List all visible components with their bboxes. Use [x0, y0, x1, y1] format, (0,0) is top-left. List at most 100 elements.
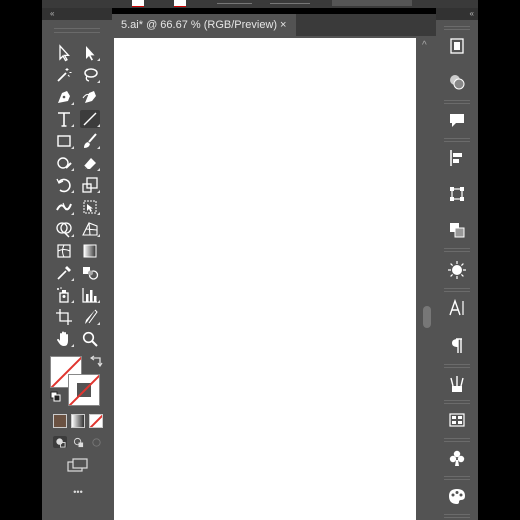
paintbrush-tool[interactable]: [80, 132, 100, 150]
blend-tool-icon: [83, 267, 99, 280]
scroll-up-icon[interactable]: ^: [422, 40, 427, 51]
symbols-panel-button[interactable]: [444, 446, 470, 470]
tool-group-indicator: [71, 102, 74, 105]
vertical-scrollbar[interactable]: ^: [418, 36, 436, 520]
rotate-tool[interactable]: [54, 176, 74, 194]
collapse-dock-icon[interactable]: «: [470, 8, 474, 20]
appearance-panel-button[interactable]: [444, 70, 470, 94]
draw-inside-button[interactable]: [89, 436, 103, 448]
change-screen-mode-button[interactable]: [66, 458, 90, 472]
dock-separator: [444, 514, 470, 518]
column-graph-tool[interactable]: [80, 286, 100, 304]
dock-collapse-bar[interactable]: «: [436, 8, 478, 20]
zoom-tool[interactable]: [80, 330, 100, 348]
perspective-grid-tool[interactable]: [80, 220, 100, 238]
tool-group-indicator: [97, 146, 100, 149]
pathfinder-panel-button[interactable]: [444, 218, 470, 242]
symbol-sprayer-tool[interactable]: [54, 286, 74, 304]
variable-width-field[interactable]: [270, 3, 310, 4]
tools-collapse-bar[interactable]: «: [42, 8, 112, 20]
brushes-panel-button[interactable]: [444, 372, 470, 396]
direct-selection-tool[interactable]: [80, 44, 100, 62]
type-tool[interactable]: [54, 110, 74, 128]
dock-separator: [444, 438, 470, 442]
selection-tool[interactable]: [54, 44, 74, 62]
layers-panel-button[interactable]: [444, 34, 470, 58]
transform-panel-icon: [450, 187, 464, 201]
draw-behind-button[interactable]: [71, 436, 85, 448]
edit-toolbar-button[interactable]: •••: [64, 486, 92, 498]
eyedropper-tool[interactable]: [54, 264, 74, 282]
pen-tool[interactable]: [54, 88, 74, 106]
color-mode-button[interactable]: [53, 414, 67, 428]
tool-group-indicator: [71, 190, 74, 193]
width-tool[interactable]: [54, 198, 74, 216]
graphic-styles-panel-icon: [449, 489, 465, 504]
mesh-tool[interactable]: [54, 242, 74, 260]
align-panel-button[interactable]: [444, 146, 470, 170]
draw-behind-icon: [73, 437, 83, 447]
paragraph-panel-icon: [452, 338, 462, 353]
blend-tool[interactable]: [80, 264, 100, 282]
draw-normal-button[interactable]: [53, 436, 67, 448]
gradient-tool[interactable]: [80, 242, 100, 260]
dock-separator: [444, 476, 470, 480]
artboard-tool-icon: [56, 309, 72, 325]
default-fill-stroke-button[interactable]: [50, 390, 62, 402]
symbols-panel-icon: [449, 450, 465, 466]
stroke-swatch-mini[interactable]: [174, 0, 186, 7]
stroke-swatch[interactable]: [68, 374, 100, 406]
color-guide-panel-button[interactable]: [444, 258, 470, 282]
magic-wand-tool[interactable]: [54, 66, 74, 84]
fill-swatch-mini[interactable]: [132, 0, 144, 7]
tools-panel-grip[interactable]: [54, 28, 100, 33]
document-area: 5.ai* @ 66.67 % (RGB/Preview) × ^: [112, 14, 436, 520]
swatches-panel-button[interactable]: [444, 408, 470, 432]
character-panel-button[interactable]: [444, 296, 470, 320]
tool-group-indicator: [97, 234, 100, 237]
draw-inside-icon: [91, 437, 101, 447]
swap-fill-stroke-button[interactable]: [89, 354, 104, 368]
none-mode-button[interactable]: [89, 414, 103, 428]
slice-tool[interactable]: [80, 308, 100, 326]
rectangle-tool[interactable]: [54, 132, 74, 150]
paragraph-panel-button[interactable]: [444, 334, 470, 358]
tool-group-indicator: [97, 300, 100, 303]
layers-panel-icon: [450, 38, 464, 54]
tool-group-indicator: [71, 300, 74, 303]
artboard-tool[interactable]: [54, 308, 74, 326]
shaper-tool[interactable]: [54, 154, 74, 172]
color-guide-panel-icon: [448, 261, 466, 279]
comments-panel-button[interactable]: [444, 108, 470, 132]
gradient-tool-icon: [83, 244, 97, 258]
gradient-mode-button[interactable]: [71, 414, 85, 428]
close-tab-icon[interactable]: ×: [280, 14, 286, 36]
draw-normal-icon: [55, 437, 66, 448]
zoom-tool-icon: [82, 331, 98, 347]
document-tab[interactable]: 5.ai* @ 66.67 % (RGB/Preview) ×: [112, 14, 296, 36]
free-transform-tool[interactable]: [80, 198, 100, 216]
hand-tool[interactable]: [54, 330, 74, 348]
stroke-weight-field[interactable]: [217, 3, 252, 4]
transform-panel-button[interactable]: [444, 182, 470, 206]
scale-tool[interactable]: [80, 176, 100, 194]
style-dropdown[interactable]: [332, 0, 412, 6]
collapse-tools-icon[interactable]: «: [50, 8, 54, 20]
eraser-tool[interactable]: [80, 154, 100, 172]
dock-separator: [444, 138, 470, 142]
dock-grip[interactable]: [444, 26, 470, 30]
brushes-panel-icon: [450, 376, 464, 392]
tool-group-indicator: [71, 344, 74, 347]
graphic-styles-panel-button[interactable]: [444, 484, 470, 508]
scrollbar-thumb[interactable]: [423, 306, 431, 328]
artboard[interactable]: [114, 38, 416, 520]
align-panel-icon: [450, 150, 462, 166]
line-segment-tool[interactable]: [80, 110, 100, 128]
tool-group-indicator: [97, 124, 100, 127]
shape-builder-tool[interactable]: [54, 220, 74, 238]
selection-tool-icon: [59, 44, 70, 62]
dock-separator: [444, 288, 470, 292]
lasso-tool[interactable]: [80, 66, 100, 84]
curvature-tool[interactable]: [80, 88, 100, 106]
tool-group-indicator: [71, 212, 74, 215]
